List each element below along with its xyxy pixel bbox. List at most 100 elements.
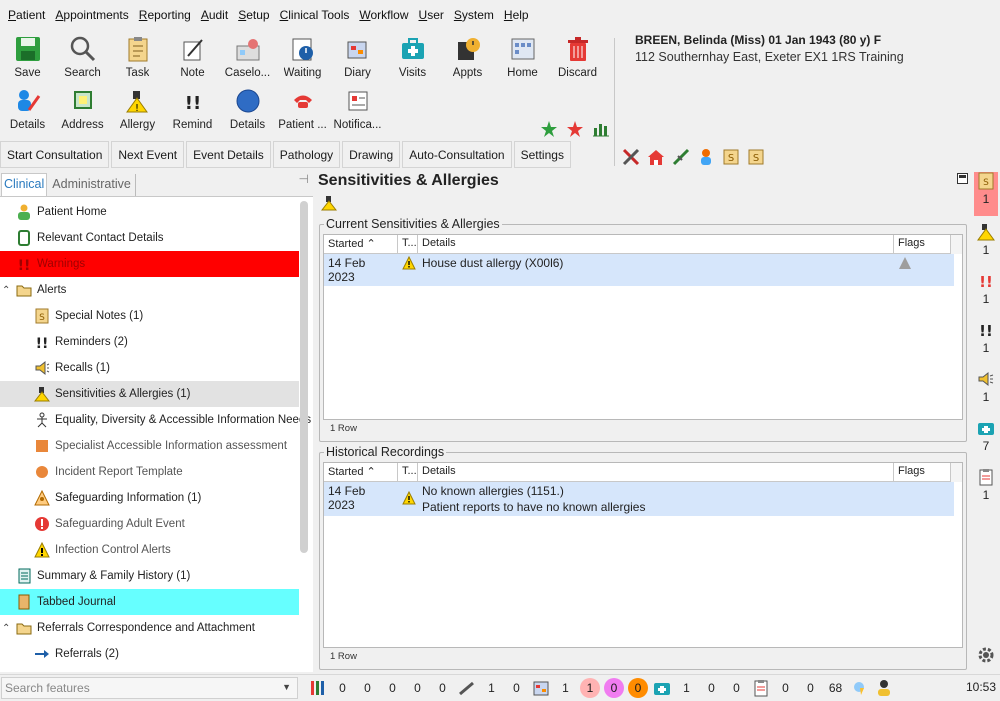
next-event-button[interactable]: Next Event [111, 141, 185, 168]
tab-administrative[interactable]: Administrative [48, 174, 136, 196]
user-icon[interactable] [874, 679, 894, 697]
tree-specialist-accessible[interactable]: Specialist Accessible Information assess… [0, 433, 299, 459]
discard-button[interactable]: Discard [550, 32, 605, 84]
alert-visits[interactable]: 7 [974, 419, 998, 453]
settings-button[interactable]: Settings [513, 141, 571, 168]
table-row[interactable]: 14 Feb 2023 No known allergies (1151.) P… [324, 482, 954, 516]
tab-clinical[interactable]: Clinical [1, 173, 48, 196]
chart-icon[interactable] [592, 120, 610, 141]
menu-help[interactable]: Help [499, 8, 534, 22]
col-flags[interactable]: Flags [894, 235, 954, 253]
tree-patient-home[interactable]: Patient Home [0, 199, 299, 225]
status-circle-magenta[interactable]: 0 [604, 678, 624, 698]
tree-equality-diversity[interactable]: Equality, Diversity & Accessible Informa… [0, 407, 311, 433]
tree-tabbed-journal[interactable]: Tabbed Journal [0, 589, 299, 615]
alert-allergies[interactable]: 1 [974, 223, 998, 257]
tree-incident-report[interactable]: Incident Report Template [0, 459, 299, 485]
waiting-button[interactable]: Waiting [275, 32, 330, 84]
visits-icon[interactable] [652, 679, 672, 697]
menu-clinical-tools[interactable]: Clinical Tools [275, 8, 355, 22]
special-note-icon-2[interactable]: S [747, 148, 765, 169]
tree-warnings[interactable]: !! Warnings [0, 251, 299, 277]
appts-button[interactable]: Appts [440, 32, 495, 84]
alert-special-notes[interactable]: S 1 [974, 172, 998, 216]
address-button[interactable]: Address [55, 84, 110, 136]
alert-reminders[interactable]: !! 1 [974, 321, 998, 355]
tree-alerts[interactable]: ⌃ Alerts [0, 277, 299, 303]
nav-scrollbar[interactable] [300, 201, 308, 553]
notification-button[interactable]: Notifica... [330, 84, 385, 136]
save-button[interactable]: Save [0, 32, 55, 84]
search-features-input[interactable]: Search features ▼ [1, 677, 298, 699]
settings-gear-icon[interactable] [976, 645, 996, 668]
table-row[interactable]: 14 Feb 2023 House dust allergy (X00l6) [324, 254, 954, 286]
search-button[interactable]: Search [55, 32, 110, 84]
col-details[interactable]: Details [418, 235, 894, 253]
person-orange-icon[interactable] [697, 148, 715, 169]
col-type[interactable]: T... [398, 235, 418, 253]
tree-relevant-contact-details[interactable]: Relevant Contact Details [0, 225, 299, 251]
red-star-icon[interactable] [566, 120, 584, 141]
special-note-icon[interactable]: S [722, 148, 740, 169]
diary-button[interactable]: Diary [330, 32, 385, 84]
event-details-button[interactable]: Event Details [186, 141, 271, 168]
green-star-icon[interactable] [540, 120, 558, 141]
tree-reminders[interactable]: !! Reminders (2) [0, 329, 299, 355]
tree-recalls[interactable]: Recalls (1) [0, 355, 299, 381]
tree-special-notes[interactable]: S Special Notes (1) [0, 303, 299, 329]
menu-system[interactable]: System [449, 8, 499, 22]
diary-icon[interactable] [531, 679, 551, 697]
alert-warnings[interactable]: !! 1 [974, 272, 998, 306]
menu-setup[interactable]: Setup [233, 8, 274, 22]
pathology-button[interactable]: Pathology [272, 141, 341, 168]
maximize-button[interactable] [957, 173, 968, 184]
tools-icon[interactable] [622, 148, 640, 169]
alert-recalls[interactable]: 1 [974, 370, 998, 404]
collapse-toggle[interactable]: ⌃ [2, 285, 14, 296]
collapse-toggle[interactable]: ⌃ [2, 623, 14, 634]
tree-infection-control[interactable]: Infection Control Alerts [0, 537, 299, 563]
pen-icon[interactable] [457, 679, 477, 697]
syringe-icon[interactable] [672, 148, 690, 169]
tree-referrals-correspondence[interactable]: ⌃ Referrals Correspondence and Attachmen… [0, 615, 299, 641]
tree-referrals[interactable]: Referrals (2) [0, 641, 299, 667]
menu-appointments[interactable]: Appointments [50, 8, 133, 22]
home-button[interactable]: Home [495, 32, 550, 84]
menu-audit[interactable]: Audit [196, 8, 233, 22]
col-flags[interactable]: Flags [894, 463, 954, 481]
visits-button[interactable]: Visits [385, 32, 440, 84]
circle-details-button[interactable]: Details [220, 84, 275, 136]
caseload-button[interactable]: Caselo... [220, 32, 275, 84]
menu-reporting[interactable]: Reporting [134, 8, 196, 22]
menu-patient[interactable]: Patient [3, 8, 50, 22]
allergy-button[interactable]: ! Allergy [110, 84, 165, 136]
allergy-icon[interactable] [320, 195, 338, 214]
col-details[interactable]: Details [418, 463, 894, 481]
col-started[interactable]: Started ⌃ [324, 463, 398, 481]
task-button[interactable]: Task [110, 32, 165, 84]
tree-safeguarding-adult-event[interactable]: Safeguarding Adult Event [0, 511, 299, 537]
patient-contact-button[interactable]: Patient ... [275, 84, 330, 136]
drawing-button[interactable]: Drawing [342, 141, 401, 168]
tree-summary-family-history[interactable]: Summary & Family History (1) [0, 563, 299, 589]
alert-tasks[interactable]: 1 [974, 468, 998, 502]
status-circle-orange[interactable]: 0 [628, 678, 648, 698]
chevron-down-icon[interactable]: ▼ [282, 682, 291, 692]
col-type[interactable]: T... [398, 463, 418, 481]
status-circle-pink[interactable]: 1 [580, 678, 600, 698]
task-icon[interactable] [751, 679, 771, 697]
test-tubes-icon[interactable] [308, 679, 328, 697]
menu-workflow[interactable]: Workflow [354, 8, 413, 22]
auto-consultation-button[interactable]: Auto-Consultation [402, 141, 512, 168]
col-started[interactable]: Started ⌃ [324, 235, 398, 253]
start-consultation-button[interactable]: Start Consultation [0, 141, 110, 168]
patient-details-button[interactable]: Details [0, 84, 55, 136]
remind-button[interactable]: !! Remind [165, 84, 220, 136]
note-button[interactable]: Note [165, 32, 220, 84]
house-icon[interactable] [647, 148, 665, 169]
weather-icon[interactable] [850, 679, 870, 697]
tree-sensitivities-allergies[interactable]: Sensitivities & Allergies (1) [0, 381, 299, 407]
pin-icon[interactable]: ⊣ [299, 172, 309, 186]
tree-safeguarding-information[interactable]: Safeguarding Information (1) [0, 485, 299, 511]
menu-user[interactable]: User [414, 8, 449, 22]
